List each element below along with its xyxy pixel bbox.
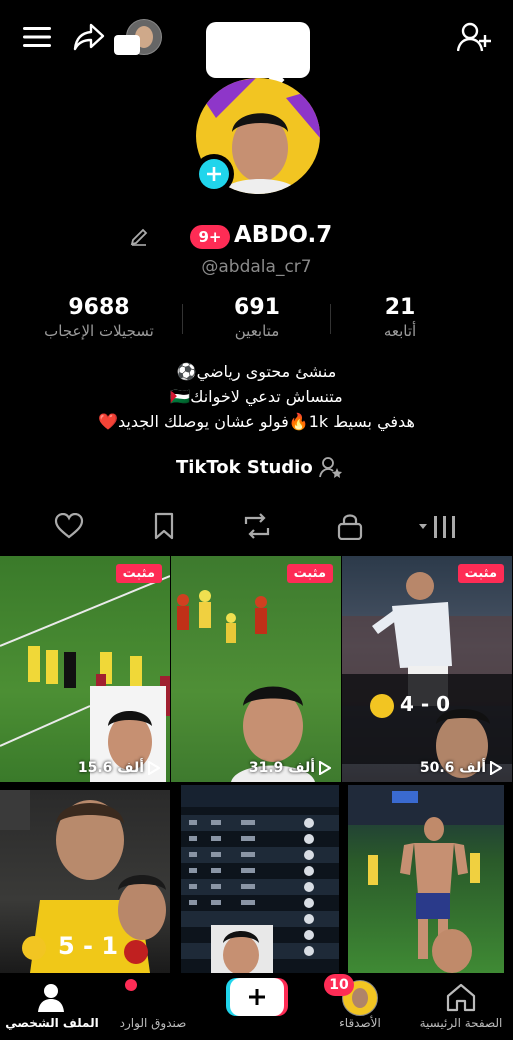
play-icon bbox=[148, 761, 160, 775]
stat-divider bbox=[330, 304, 331, 334]
bio-line-1: منشئ محتوى رياضي⚽ bbox=[176, 362, 337, 381]
stat-followers-value: 691 bbox=[234, 295, 280, 320]
friends-badge: 10 bbox=[324, 974, 354, 996]
nav-profile-label: الملف الشخصي bbox=[5, 1016, 99, 1030]
video-tile[interactable]: مثبت 15.6 ألف bbox=[0, 556, 170, 782]
match-score: 4 - 0 bbox=[400, 692, 451, 716]
add-avatar-button[interactable] bbox=[194, 154, 234, 194]
heart-icon[interactable] bbox=[52, 510, 86, 542]
nav-friends-label: الأصدقاء bbox=[339, 1016, 381, 1030]
tiktok-studio-link[interactable]: TikTok Studio bbox=[176, 456, 343, 478]
note-bubble[interactable] bbox=[206, 22, 310, 78]
inbox-dot bbox=[125, 979, 137, 991]
plus-icon bbox=[249, 989, 265, 1005]
share-icon[interactable] bbox=[72, 22, 106, 52]
stat-following-value: 21 bbox=[384, 295, 416, 320]
stat-followers-label: متابعين bbox=[234, 322, 280, 340]
view-count-text: 31.9 ألف bbox=[248, 760, 315, 776]
video-tile[interactable]: مثبت 31.9 ألف bbox=[171, 556, 341, 782]
menu-icon[interactable] bbox=[22, 24, 52, 50]
pinned-badge: مثبت bbox=[286, 564, 333, 583]
view-count-text: 50.6 ألف bbox=[419, 760, 486, 776]
stat-likes: 9688 تسجيلات الإعجاب bbox=[24, 295, 174, 340]
pinned-badge: مثبت bbox=[457, 564, 504, 583]
nav-home-label: الصفحة الرئيسية bbox=[419, 1016, 503, 1030]
handle: @abdala_cr7 bbox=[201, 257, 312, 277]
nav-inbox-label: صندوق الوارد bbox=[119, 1016, 187, 1030]
profile-icon bbox=[36, 982, 66, 1012]
view-count: 31.9 ألف bbox=[249, 760, 331, 776]
stat-likes-label: تسجيلات الإعجاب bbox=[44, 322, 154, 340]
story-avatar[interactable] bbox=[114, 19, 162, 55]
view-count: 15.6 ألف bbox=[78, 760, 160, 776]
bio-line-2: متنساش تدعي لاخوانك🇵🇸 bbox=[170, 387, 343, 406]
stat-following-label: أتابعه bbox=[383, 322, 417, 340]
stat-divider bbox=[182, 304, 183, 334]
video-tile[interactable]: 5 - 1 bbox=[0, 790, 170, 973]
repost-icon[interactable] bbox=[240, 510, 274, 542]
view-count-text: 15.6 ألف bbox=[77, 760, 144, 776]
stat-followers[interactable]: 691 متابعين bbox=[182, 295, 332, 340]
bookmark-icon[interactable] bbox=[150, 510, 178, 542]
video-tile[interactable] bbox=[181, 785, 339, 973]
play-icon bbox=[490, 761, 502, 775]
stat-following[interactable]: 21 أتابعه bbox=[325, 295, 475, 340]
notification-badge[interactable]: 9+ bbox=[190, 225, 230, 249]
bio-line-3: هدفي بسيط 1k🔥فولو عشان يوصلك الجديد❤️ bbox=[98, 412, 415, 431]
home-icon bbox=[445, 982, 477, 1012]
tiktok-studio-label: TikTok Studio bbox=[176, 456, 313, 478]
video-tile[interactable]: 4 - 0 مثبت 50.6 ألف bbox=[342, 556, 512, 782]
add-friend-icon[interactable] bbox=[456, 20, 492, 54]
video-tile[interactable] bbox=[348, 785, 504, 973]
tab-grid[interactable] bbox=[414, 512, 462, 542]
username: ABDO.7 bbox=[234, 222, 333, 248]
pinned-badge: مثبت bbox=[115, 564, 162, 583]
create-button[interactable] bbox=[226, 978, 288, 1018]
edit-icon[interactable] bbox=[128, 226, 150, 248]
studio-icon bbox=[318, 456, 343, 478]
lock-icon[interactable] bbox=[334, 510, 366, 542]
play-icon bbox=[319, 761, 331, 775]
stat-likes-value: 9688 bbox=[68, 295, 130, 320]
match-score: 5 - 1 bbox=[58, 932, 119, 960]
view-count: 50.6 ألف bbox=[420, 760, 502, 776]
